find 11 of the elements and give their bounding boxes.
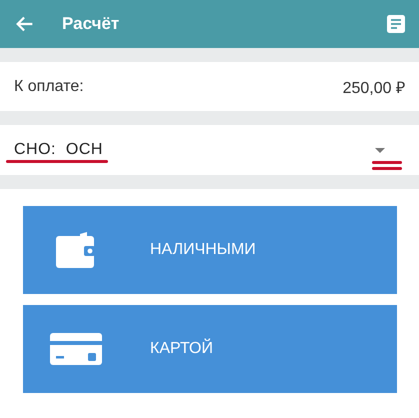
- annotation-double-underline: [372, 161, 402, 171]
- tax-system-dropdown[interactable]: СНО: ОСН: [0, 125, 419, 175]
- caret-icon: [375, 148, 385, 152]
- card-payment-button[interactable]: КАРТОЙ: [23, 305, 397, 393]
- document-icon[interactable]: [387, 15, 405, 33]
- screen-title: Расчёт: [62, 14, 120, 34]
- cash-payment-button[interactable]: НАЛИЧНЫМИ: [23, 206, 397, 294]
- tax-system-text: СНО: ОСН: [14, 141, 103, 159]
- total-label: К оплате:: [14, 78, 84, 96]
- total-amount: 250,00 ₽: [342, 78, 405, 98]
- credit-card-icon: [50, 333, 102, 365]
